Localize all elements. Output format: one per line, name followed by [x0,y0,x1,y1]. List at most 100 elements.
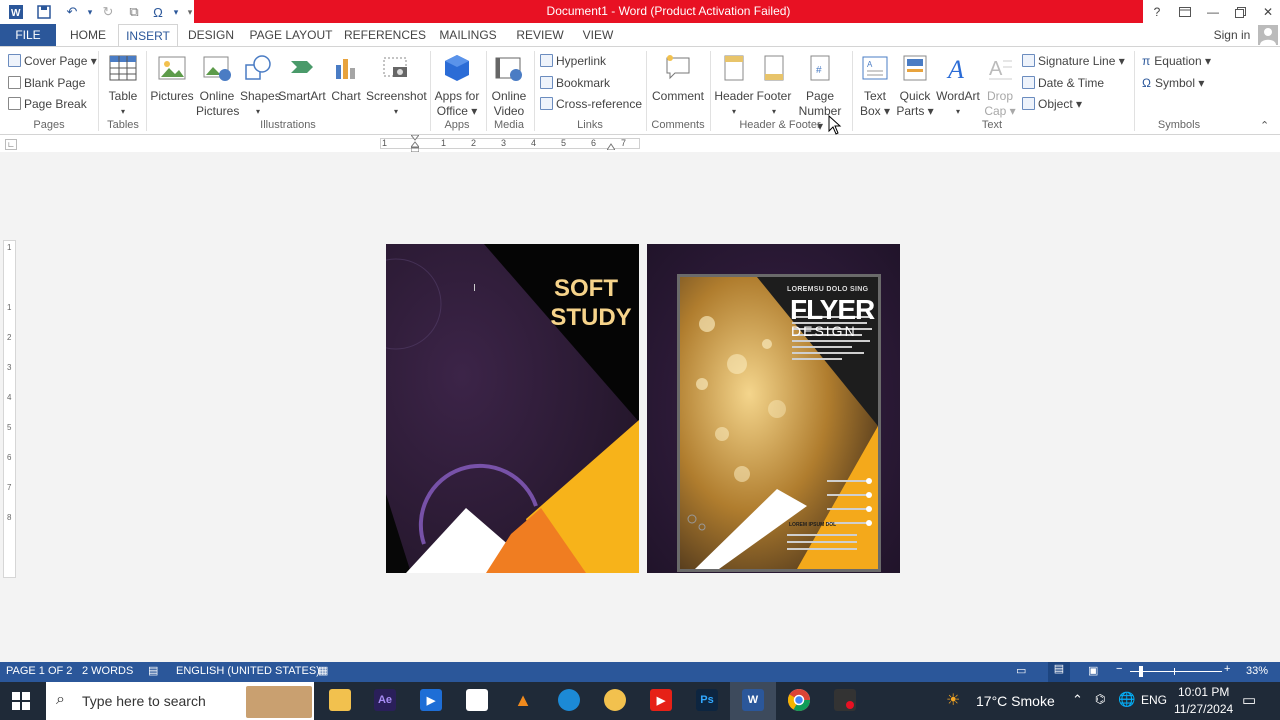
weather-text[interactable]: 17°C Smoke [976,693,1055,709]
ribbon-display-options-icon[interactable] [1171,0,1199,24]
recorder-icon[interactable] [834,689,856,711]
file-explorer-icon[interactable] [329,689,351,711]
input-language[interactable]: ENG [1141,693,1167,707]
search-box[interactable]: ⌕ Type here to search [46,682,314,720]
globe-icon[interactable]: 🌐 [1118,691,1135,708]
tab-home[interactable]: HOME [62,24,114,46]
footer-button[interactable]: Footer ▾ [756,51,792,119]
notifications-icon[interactable]: ▭ [1242,691,1256,709]
after-effects-icon[interactable]: Ae [374,689,396,711]
windows-start-icon[interactable] [12,692,30,713]
show-hidden-icons-icon[interactable]: ⌃ [1072,692,1083,708]
minimize-icon[interactable]: — [1199,0,1227,24]
undo-dropdown-icon[interactable]: ▾ [80,2,100,22]
comment-button[interactable]: Comment [650,51,706,104]
page-1[interactable]: SOFT STUDY [386,244,639,573]
tab-selector-icon[interactable]: ∟ [5,139,17,150]
tab-page-layout[interactable]: PAGE LAYOUT [248,24,334,46]
apps-for-office-button[interactable]: Apps for Office ▾ [434,51,480,119]
redo-icon[interactable]: ↻ [98,2,118,22]
presentation-app-icon[interactable]: ▶ [420,689,442,711]
weather-icon[interactable]: ☀ [946,690,960,710]
bookmark-button[interactable]: Bookmark [540,74,610,92]
close-icon[interactable]: ✕ [1254,0,1280,24]
macro-icon[interactable]: ▦ [318,664,328,677]
tab-mailings[interactable]: MAILINGS [434,24,502,46]
format-painter-icon[interactable]: ⧉ [124,2,144,22]
cover-page-button[interactable]: Cover Page ▾ [8,52,97,70]
blank-page-button[interactable]: Blank Page [8,74,85,92]
symbol-button[interactable]: Ω Symbol ▾ [1142,74,1204,92]
ruler-row: ∟ 1 1 2 3 4 5 6 7 [0,134,1280,153]
edge-icon[interactable] [558,689,580,711]
restore-icon[interactable] [1226,0,1254,24]
chart-button[interactable]: Chart [328,51,364,104]
shapes-button[interactable]: Shapes ▾ [240,51,281,119]
zoom-out-icon[interactable]: − [1116,663,1122,675]
drop-cap-icon: A [985,53,1015,83]
zoom-in-icon[interactable]: + [1224,663,1230,675]
online-video-button[interactable]: Online Video [488,51,530,119]
cross-reference-button[interactable]: Cross-reference [540,95,642,113]
document-app-icon[interactable] [466,689,488,711]
online-pictures-button[interactable]: Online Pictures [196,51,239,119]
tab-view[interactable]: VIEW [576,24,620,46]
tab-file[interactable]: FILE [0,24,56,46]
help-button[interactable]: ? [1143,0,1171,24]
save-icon[interactable] [34,2,54,22]
document-area[interactable]: 1 1 2 3 4 5 6 7 8 SOFT STUDY LOREMSU DOL… [0,152,1280,662]
smartart-button[interactable]: SmartArt [278,51,326,104]
date-time-button[interactable]: Date & Time [1022,74,1104,92]
clock-time[interactable]: 10:01 PM [1178,685,1229,699]
text-box-button[interactable]: A Text Box ▾ [856,51,894,119]
pictures-button[interactable]: Pictures [150,51,194,104]
language-indicator[interactable]: ENGLISH (UNITED STATES) [176,665,320,677]
collapse-ribbon-icon[interactable]: ⌃ [1260,119,1269,132]
app-icon[interactable] [604,689,626,711]
word-count[interactable]: 2 WORDS [82,665,133,677]
zoom-slider[interactable] [1130,671,1222,672]
table-button[interactable]: Table ▾ [104,51,142,119]
web-layout-icon[interactable]: ▣ [1088,664,1098,677]
youtube-icon[interactable]: ▶ [650,689,672,711]
tab-insert[interactable]: INSERT [118,24,178,47]
tab-design[interactable]: DESIGN [184,24,238,46]
avatar[interactable] [1258,25,1278,45]
proofing-icon[interactable]: ▤ [148,664,158,677]
network-icon[interactable]: ⌬ [1095,692,1105,706]
read-mode-icon[interactable]: ▭ [1016,664,1026,677]
symbol-quick-icon[interactable]: Ω [148,2,168,22]
print-layout-icon[interactable]: ▤ [1048,662,1070,682]
clock-date[interactable]: 11/27/2024 [1174,702,1233,716]
zoom-level[interactable]: 33% [1246,665,1268,677]
vertical-ruler[interactable]: 1 1 2 3 4 5 6 7 8 [3,240,16,578]
zoom-slider-thumb[interactable] [1139,666,1143,677]
sign-in-link[interactable]: Sign in [1210,24,1254,46]
wordart-button[interactable]: A WordArt ▾ [936,51,980,119]
object-button[interactable]: Object ▾ [1022,95,1082,113]
group-label-comments: Comments [651,119,705,131]
flyer-title: FLYER [790,294,875,325]
header-button[interactable]: Header ▾ [714,51,754,119]
tab-references[interactable]: REFERENCES [344,24,426,46]
drop-cap-button[interactable]: A Drop Cap ▾ [982,51,1018,119]
equation-button[interactable]: π Equation ▾ [1142,52,1211,70]
chrome-icon[interactable] [788,689,810,711]
right-indent-icon[interactable] [606,142,616,152]
photoshop-icon[interactable]: Ps [696,689,718,711]
quick-parts-button[interactable]: Quick Parts ▾ [896,51,934,119]
header-icon [719,53,749,83]
cover-page-icon [8,54,21,67]
page-break-button[interactable]: Page Break [8,95,87,113]
screenshot-button[interactable]: Screenshot ▾ [366,51,427,119]
hyperlink-button[interactable]: Hyperlink [540,52,606,70]
vlc-icon[interactable]: ▲ [512,689,534,711]
page-count[interactable]: PAGE 1 OF 2 [6,665,72,677]
horizontal-ruler[interactable]: 1 1 2 3 4 5 6 7 [380,134,640,153]
indent-marker-icon[interactable] [409,134,421,153]
undo-icon[interactable]: ↶ [62,2,82,22]
word-taskbar-icon[interactable]: W [742,689,764,711]
signature-line-button[interactable]: Signature Line ▾ [1022,52,1125,70]
tab-review[interactable]: REVIEW [512,24,568,46]
page-2[interactable]: LOREMSU DOLO SING FLYER DESIGN LOREM IPS… [647,244,900,573]
